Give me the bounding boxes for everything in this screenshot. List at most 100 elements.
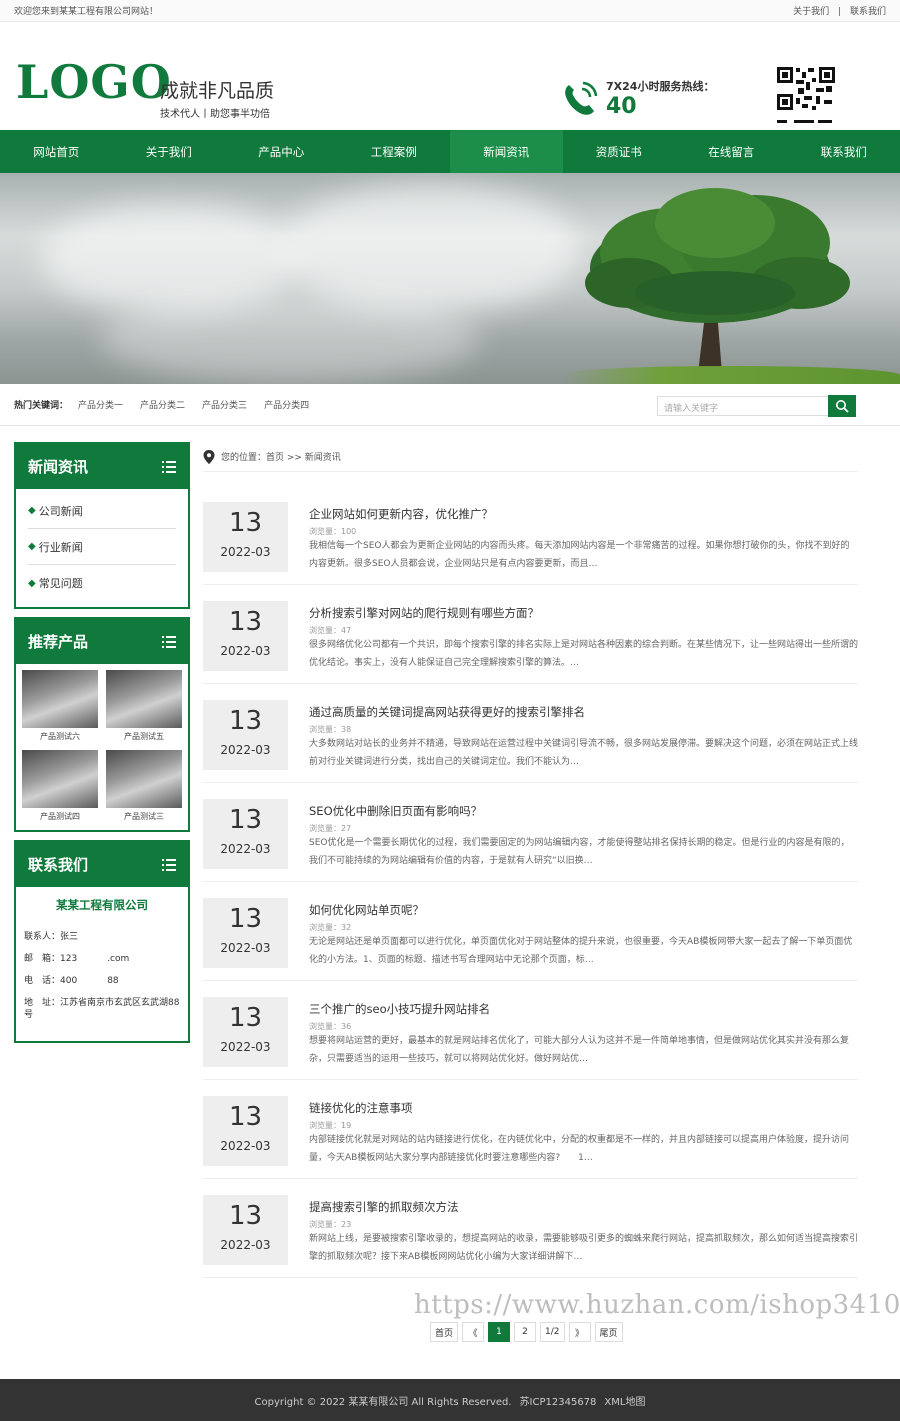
search-button[interactable] <box>828 395 856 417</box>
phone-label: 电 话：400 <box>24 976 78 986</box>
nav-contact[interactable]: 联系我们 <box>788 130 900 173</box>
page-1[interactable]: 1 <box>488 1322 511 1342</box>
top-link-about[interactable]: 关于我们 <box>793 7 829 17</box>
article-item[interactable]: 13 2022-03 如何优化网站单页呢？ 浏览量：32 无论是网站还是单页面都可以进行… <box>203 898 858 997</box>
article-date: 13 2022-03 <box>203 898 288 968</box>
article-year-month: 2022-03 <box>220 1139 271 1153</box>
article-views: 浏览量：32 <box>309 923 352 932</box>
main-content: 您的位置：首页 >> 新闻资讯 13 2022-03 企业网站如何更新内容，优化推广… <box>203 442 858 1294</box>
product-caption[interactable]: 产品测试四 <box>22 808 98 826</box>
welcome-text: 欢迎您来到某某工程有限公司网站！ <box>14 7 159 17</box>
news-category-header: 新闻资讯 <box>16 444 188 489</box>
hot-keyword-2[interactable]: 产品分类二 <box>140 398 185 411</box>
product-card[interactable]: 产品测试六 <box>22 670 98 746</box>
product-caption[interactable]: 产品测试五 <box>106 728 182 746</box>
page-prev[interactable]: 《 <box>462 1322 485 1342</box>
article-day: 13 <box>228 1003 263 1033</box>
product-grid: 产品测试六 产品测试五 产品测试四 产品测试三 <box>16 664 188 830</box>
news-category-label: 行业新闻 <box>38 540 83 554</box>
footer-sitemap[interactable]: XML地图 <box>604 1393 645 1408</box>
article-date: 13 2022-03 <box>203 997 288 1067</box>
divider <box>203 881 858 882</box>
article-item[interactable]: 13 2022-03 分析搜索引擎对网站的爬行规则有哪些方面？ 浏览量：47 很多网络优… <box>203 601 858 700</box>
nav-message[interactable]: 在线留言 <box>675 130 788 173</box>
article-views: 浏览量：38 <box>309 725 352 734</box>
product-card[interactable]: 产品测试五 <box>106 670 182 746</box>
article-year-month: 2022-03 <box>220 1040 271 1054</box>
article-item[interactable]: 13 2022-03 提高搜索引擎的抓取频次方法 浏览量：23 新网站上线，是要被搜索引… <box>203 1195 858 1294</box>
article-item[interactable]: 13 2022-03 链接优化的注意事项 浏览量：19 内部链接优化就是对网站的站内链接… <box>203 1096 858 1195</box>
nav-cases[interactable]: 工程案例 <box>338 130 451 173</box>
article-title[interactable]: 提高搜索引擎的抓取频次方法 <box>309 1199 459 1215</box>
menu-icon <box>162 858 176 871</box>
phone-tail: 88 <box>107 976 119 986</box>
page-2[interactable]: 2 <box>514 1322 537 1342</box>
hotline-number: 40 <box>606 94 637 119</box>
article-title[interactable]: SEO优化中删除旧页面有影响吗？ <box>309 803 482 819</box>
qr-code-icon <box>776 66 836 124</box>
tag-icon: ◆ <box>28 505 36 516</box>
article-day: 13 <box>228 508 263 538</box>
news-category-item[interactable]: ◆ 常见问题 <box>28 565 176 601</box>
article-title[interactable]: 链接优化的注意事项 <box>309 1100 413 1116</box>
article-summary: 无论是网站还是单页面都可以进行优化，单页面优化对于网站整体的提升来说，也很重要，… <box>309 937 853 965</box>
news-category-label: 常见问题 <box>38 577 83 590</box>
contact-info: 某某工程有限公司 联系人：张三 邮 箱：123 .com 电 话：400 88 地 … <box>16 887 188 1041</box>
pagination: 首页 《 1 2 1/2 》 尾页 <box>430 1322 627 1342</box>
article-views: 浏览量：100 <box>309 527 357 536</box>
nav-home[interactable]: 网站首页 <box>0 130 113 173</box>
article-title[interactable]: 如何优化网站单页呢？ <box>309 902 424 918</box>
email-label: 邮 箱：123 <box>24 954 78 964</box>
article-item[interactable]: 13 2022-03 通过高质量的关键词提高网站获得更好的搜索引擎排名 浏览量：38 大… <box>203 700 858 799</box>
product-card[interactable]: 产品测试四 <box>22 750 98 826</box>
product-image[interactable] <box>22 670 98 728</box>
article-views: 浏览量：36 <box>309 1022 352 1031</box>
nav-about[interactable]: 关于我们 <box>113 130 226 173</box>
article-title[interactable]: 分析搜索引擎对网站的爬行规则有哪些方面？ <box>309 605 539 621</box>
product-caption[interactable]: 产品测试六 <box>22 728 98 746</box>
footer-icp[interactable]: 苏ICP12345678 <box>520 1393 597 1408</box>
divider <box>203 683 858 684</box>
news-category-label: 公司新闻 <box>38 504 83 518</box>
breadcrumb-text[interactable]: 您的位置：首页 >> 新闻资讯 <box>221 450 341 463</box>
product-image[interactable] <box>106 670 182 728</box>
hot-keyword-1[interactable]: 产品分类一 <box>78 398 123 411</box>
article-title[interactable]: 通过高质量的关键词提高网站获得更好的搜索引擎排名 <box>309 704 585 720</box>
article-title[interactable]: 三个推广的seo小技巧提升网站排名 <box>309 1001 490 1017</box>
article-summary: 内部链接优化就是对网站的站内链接进行优化，在内链优化中，分配的权重都是不一样的，… <box>309 1135 850 1163</box>
article-item[interactable]: 13 2022-03 企业网站如何更新内容，优化推广？ 浏览量：100 我相信每一个SE… <box>203 502 858 601</box>
product-caption[interactable]: 产品测试三 <box>106 808 182 826</box>
products-title: 推荐产品 <box>28 633 89 651</box>
hot-keyword-3[interactable]: 产品分类三 <box>202 398 247 411</box>
site-logo[interactable]: LOGO <box>16 56 172 108</box>
nav-certificates[interactable]: 资质证书 <box>563 130 676 173</box>
top-link-contact[interactable]: 联系我们 <box>850 7 886 17</box>
product-card[interactable]: 产品测试三 <box>106 750 182 826</box>
nav-news[interactable]: 新闻资讯 <box>450 130 563 173</box>
article-day: 13 <box>228 607 263 637</box>
page-first[interactable]: 首页 <box>430 1322 459 1342</box>
page-last[interactable]: 尾页 <box>594 1322 623 1342</box>
article-date: 13 2022-03 <box>203 502 288 572</box>
article-day: 13 <box>228 904 263 934</box>
page-next[interactable]: 》 <box>568 1322 591 1342</box>
divider <box>203 782 858 783</box>
email-tail: .com <box>107 954 130 964</box>
news-category-item[interactable]: ◆ 公司新闻 <box>28 493 176 529</box>
article-title[interactable]: 企业网站如何更新内容，优化推广？ <box>309 506 493 522</box>
hero-banner <box>0 173 900 384</box>
phone-icon <box>565 81 598 115</box>
slogan: 成就非凡品质 技术代人丨助您事半功倍 <box>160 80 274 120</box>
company-name: 某某工程有限公司 <box>56 898 148 912</box>
article-item[interactable]: 13 2022-03 三个推广的seo小技巧提升网站排名 浏览量：36 想要将网站运营的… <box>203 997 858 1096</box>
article-item[interactable]: 13 2022-03 SEO优化中删除旧页面有影响吗？ 浏览量：27 SEO优化是一个需… <box>203 799 858 898</box>
divider <box>203 584 858 585</box>
product-image[interactable] <box>22 750 98 808</box>
news-category-item[interactable]: ◆ 行业新闻 <box>28 529 176 565</box>
search-input[interactable]: 请输入关键字 <box>657 396 829 416</box>
product-image[interactable] <box>106 750 182 808</box>
hot-keyword-4[interactable]: 产品分类四 <box>264 398 309 411</box>
article-year-month: 2022-03 <box>220 644 271 658</box>
nav-products[interactable]: 产品中心 <box>225 130 338 173</box>
article-views: 浏览量：47 <box>309 626 352 635</box>
